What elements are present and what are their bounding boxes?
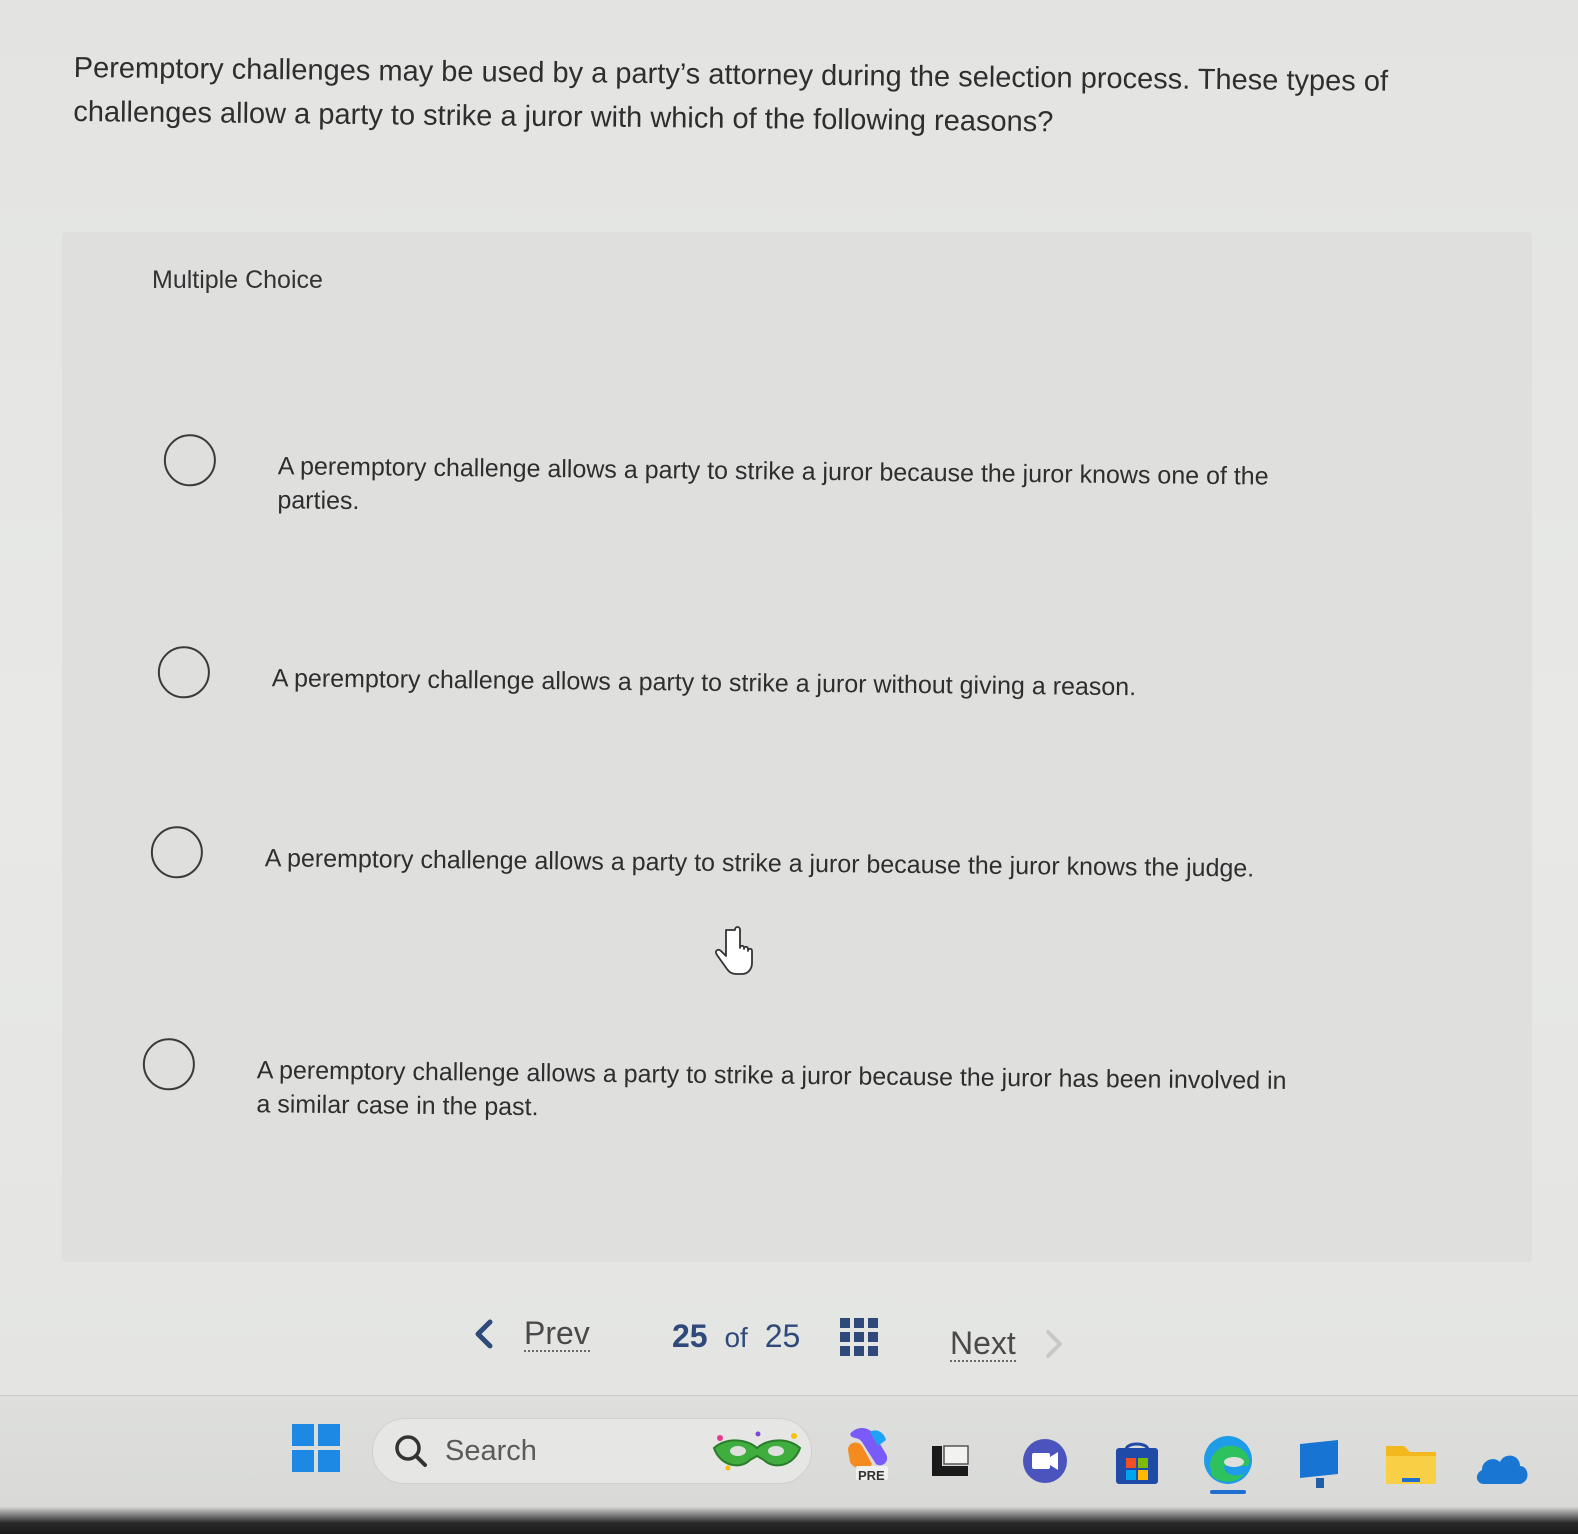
monitor-app-icon[interactable] [1296,1436,1344,1492]
hand-cursor-icon [715,926,753,975]
total-question-number: 25 [764,1318,801,1354]
search-icon [395,1435,427,1467]
chevron-left-icon [475,1319,493,1349]
task-view-icon[interactable] [930,1440,970,1480]
answer-option-1[interactable]: A peremptory challenge allows a party to… [163,434,1308,528]
radio-button[interactable] [163,434,217,487]
radio-button[interactable] [157,646,211,699]
onedrive-icon[interactable] [1474,1448,1530,1488]
chevron-right-icon [1045,1330,1062,1358]
prev-button[interactable]: Prev [470,1314,590,1354]
current-question-number: 25 [672,1318,708,1354]
next-button[interactable]: Next [950,1326,1066,1362]
question-text: Peremptory challenges may be used by a p… [73,51,1389,139]
prev-label: Prev [524,1315,590,1352]
radio-button[interactable] [142,1038,196,1091]
counter-of: of [724,1322,748,1353]
next-label: Next [950,1325,1016,1362]
windows-start-icon[interactable] [292,1424,340,1472]
question-type-label: Multiple Choice [152,266,323,294]
question-grid-icon[interactable] [840,1318,878,1356]
answer-option-text: A peremptory challenge allows a party to… [277,452,1269,516]
pre-badge: PRE [858,1468,885,1483]
mask-widget-icon[interactable] [708,1426,806,1476]
file-explorer-icon[interactable] [1384,1434,1438,1494]
search-label: Search [445,1434,537,1467]
edge-icon[interactable] [1200,1432,1256,1496]
teams-icon[interactable] [1020,1436,1070,1486]
answer-option-text: A peremptory challenge allows a party to… [256,1056,1287,1122]
question-counter: 25 of 25 [672,1318,800,1355]
answer-option-4[interactable]: A peremptory challenge allows a party to… [142,1038,1287,1132]
question-navigation: Prev 25 of 25 Next [430,1300,1130,1380]
store-icon[interactable] [1112,1438,1162,1488]
radio-button[interactable] [150,826,204,879]
quiz-page: Peremptory challenges may be used by a p… [0,0,1578,1395]
windows-taskbar: Search PRE [0,1395,1578,1534]
